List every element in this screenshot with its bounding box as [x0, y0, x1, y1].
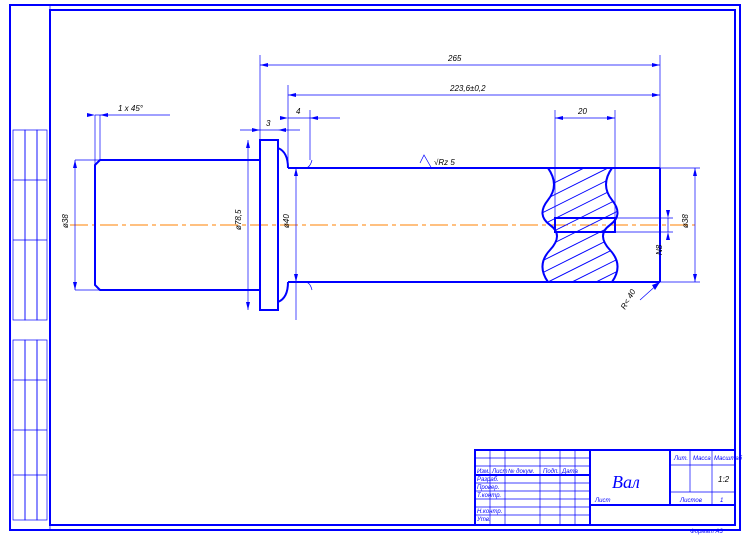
dim-n8: N8 — [655, 244, 664, 255]
svg-text:№ докум.: № докум. — [508, 468, 534, 475]
svg-text:Т.контр.: Т.контр. — [477, 493, 501, 499]
svg-text:Дата: Дата — [561, 469, 578, 475]
drawing-frame — [10, 5, 740, 530]
dim-265: 265 — [447, 54, 462, 63]
dim-r40: R< 40 — [619, 287, 638, 311]
svg-text:Изм.: Изм. — [477, 469, 490, 475]
dim-chamfer: 1 x 45° — [118, 104, 144, 113]
title-block: Изм. Лист № докум. Подп. Дата Разраб. Пр… — [475, 450, 743, 535]
dimensions: 265 223,6±0,2 1 x 45° 3 4 20 ø38 ø78,5 ø… — [61, 54, 700, 320]
svg-text:Масштаб: Масштаб — [714, 456, 743, 462]
dim-d38-right: ø38 — [681, 214, 690, 228]
dim-d40: ø40 — [282, 214, 291, 228]
svg-text:Лист: Лист — [491, 469, 507, 475]
dim-4: 4 — [296, 107, 301, 116]
svg-text:Разраб.: Разраб. — [477, 477, 499, 483]
left-margin-stamps — [13, 130, 47, 520]
surface-finish: √Rz 5 — [434, 158, 455, 167]
svg-text:Н.контр.: Н.контр. — [477, 509, 502, 515]
scale: 1:2 — [718, 475, 730, 484]
dim-3: 3 — [266, 119, 271, 128]
dim-223: 223,6±0,2 — [449, 84, 486, 93]
dim-20: 20 — [577, 107, 587, 116]
dim-d78: ø78,5 — [234, 209, 243, 230]
svg-text:Масса: Масса — [693, 456, 711, 462]
svg-text:1: 1 — [720, 498, 723, 504]
dim-d38-left: ø38 — [61, 214, 70, 228]
format-label: Формат А3 — [690, 529, 723, 535]
svg-text:Листов: Листов — [679, 498, 702, 504]
svg-text:Лист: Лист — [594, 498, 610, 504]
svg-text:Провер.: Провер. — [477, 485, 499, 491]
drawing-title: Вал — [612, 472, 640, 492]
svg-text:Лит.: Лит. — [673, 456, 688, 462]
svg-text:Утв.: Утв. — [476, 517, 491, 523]
svg-text:Подп.: Подп. — [543, 469, 559, 475]
